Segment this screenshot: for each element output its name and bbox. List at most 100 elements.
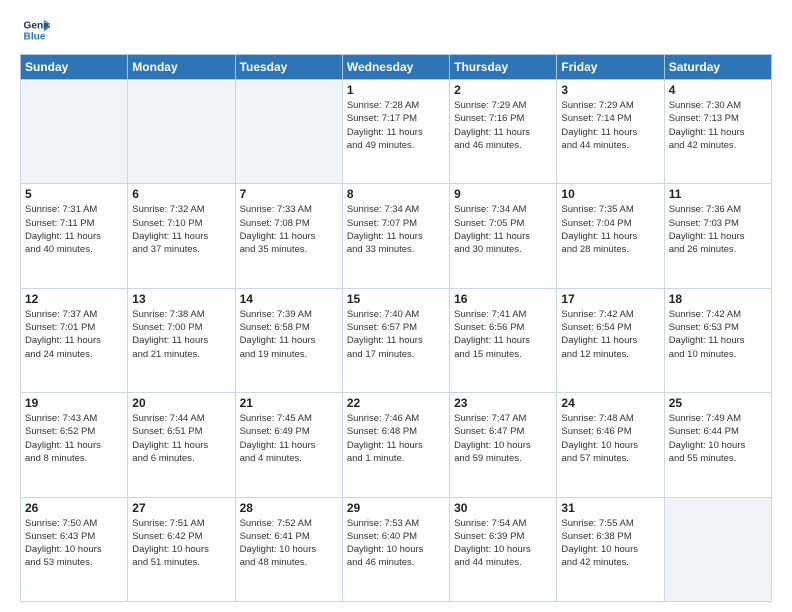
day-info: Sunrise: 7:34 AM Sunset: 7:07 PM Dayligh… <box>347 203 445 256</box>
day-info: Sunrise: 7:29 AM Sunset: 7:16 PM Dayligh… <box>454 99 552 152</box>
calendar-cell: 11 Sunrise: 7:36 AM Sunset: 7:03 PM Dayli… <box>664 184 771 288</box>
calendar-cell: 5 Sunrise: 7:31 AM Sunset: 7:11 PM Daylig… <box>21 184 128 288</box>
calendar-cell: 25 Sunrise: 7:49 AM Sunset: 6:44 PM Dayli… <box>664 393 771 497</box>
day-info: Sunrise: 7:37 AM Sunset: 7:01 PM Dayligh… <box>25 308 123 361</box>
day-number: 1 <box>347 83 445 97</box>
day-number: 10 <box>561 187 659 201</box>
day-info: Sunrise: 7:55 AM Sunset: 6:38 PM Dayligh… <box>561 517 659 570</box>
calendar-cell: 4 Sunrise: 7:30 AM Sunset: 7:13 PM Daylig… <box>664 80 771 184</box>
day-number: 6 <box>132 187 230 201</box>
day-info: Sunrise: 7:35 AM Sunset: 7:04 PM Dayligh… <box>561 203 659 256</box>
calendar-cell: 18Sunrise: 7:42 AM Sunset: 6:53 PM Dayli… <box>664 288 771 392</box>
day-number: 30 <box>454 501 552 515</box>
day-number: 4 <box>669 83 767 97</box>
calendar-cell: 21 Sunrise: 7:45 AM Sunset: 6:49 PM Dayli… <box>235 393 342 497</box>
weekday-header-monday: Monday <box>128 55 235 80</box>
calendar-cell: 24 Sunrise: 7:48 AM Sunset: 6:46 PM Dayli… <box>557 393 664 497</box>
day-info: Sunrise: 7:53 AM Sunset: 6:40 PM Dayligh… <box>347 517 445 570</box>
day-number: 19 <box>25 396 123 410</box>
day-info: Sunrise: 7:29 AM Sunset: 7:14 PM Dayligh… <box>561 99 659 152</box>
day-info: Sunrise: 7:31 AM Sunset: 7:11 PM Dayligh… <box>25 203 123 256</box>
calendar-cell: 27 Sunrise: 7:51 AM Sunset: 6:42 PM Dayli… <box>128 497 235 601</box>
day-number: 12 <box>25 292 123 306</box>
day-info: Sunrise: 7:44 AM Sunset: 6:51 PM Dayligh… <box>132 412 230 465</box>
day-info: Sunrise: 7:39 AM Sunset: 6:58 PM Dayligh… <box>240 308 338 361</box>
calendar-table: SundayMondayTuesdayWednesdayThursdayFrid… <box>20 54 772 602</box>
day-info: Sunrise: 7:46 AM Sunset: 6:48 PM Dayligh… <box>347 412 445 465</box>
day-number: 24 <box>561 396 659 410</box>
day-number: 14 <box>240 292 338 306</box>
day-number: 17 <box>561 292 659 306</box>
day-info: Sunrise: 7:42 AM Sunset: 6:53 PM Dayligh… <box>669 308 767 361</box>
day-number: 20 <box>132 396 230 410</box>
day-info: Sunrise: 7:43 AM Sunset: 6:52 PM Dayligh… <box>25 412 123 465</box>
day-info: Sunrise: 7:47 AM Sunset: 6:47 PM Dayligh… <box>454 412 552 465</box>
calendar-cell <box>21 80 128 184</box>
day-info: Sunrise: 7:51 AM Sunset: 6:42 PM Dayligh… <box>132 517 230 570</box>
logo: General Blue <box>20 16 50 44</box>
day-number: 21 <box>240 396 338 410</box>
weekday-header-friday: Friday <box>557 55 664 80</box>
day-number: 27 <box>132 501 230 515</box>
day-info: Sunrise: 7:33 AM Sunset: 7:08 PM Dayligh… <box>240 203 338 256</box>
calendar-cell: 28Sunrise: 7:52 AM Sunset: 6:41 PM Dayli… <box>235 497 342 601</box>
calendar-cell: 30 Sunrise: 7:54 AM Sunset: 6:39 PM Dayli… <box>450 497 557 601</box>
day-number: 13 <box>132 292 230 306</box>
calendar-cell: 7 Sunrise: 7:33 AM Sunset: 7:08 PM Daylig… <box>235 184 342 288</box>
day-info: Sunrise: 7:40 AM Sunset: 6:57 PM Dayligh… <box>347 308 445 361</box>
day-number: 2 <box>454 83 552 97</box>
calendar-cell: 16Sunrise: 7:41 AM Sunset: 6:56 PM Dayli… <box>450 288 557 392</box>
calendar-cell: 20 Sunrise: 7:44 AM Sunset: 6:51 PM Dayli… <box>128 393 235 497</box>
page: General Blue SundayMondayTuesdayWednesda… <box>0 0 792 612</box>
day-info: Sunrise: 7:48 AM Sunset: 6:46 PM Dayligh… <box>561 412 659 465</box>
day-info: Sunrise: 7:45 AM Sunset: 6:49 PM Dayligh… <box>240 412 338 465</box>
day-number: 11 <box>669 187 767 201</box>
day-info: Sunrise: 7:54 AM Sunset: 6:39 PM Dayligh… <box>454 517 552 570</box>
day-info: Sunrise: 7:42 AM Sunset: 6:54 PM Dayligh… <box>561 308 659 361</box>
calendar-cell: 8 Sunrise: 7:34 AM Sunset: 7:07 PM Daylig… <box>342 184 449 288</box>
day-info: Sunrise: 7:30 AM Sunset: 7:13 PM Dayligh… <box>669 99 767 152</box>
weekday-header-wednesday: Wednesday <box>342 55 449 80</box>
header: General Blue <box>20 16 772 44</box>
day-info: Sunrise: 7:41 AM Sunset: 6:56 PM Dayligh… <box>454 308 552 361</box>
calendar-cell: 29 Sunrise: 7:53 AM Sunset: 6:40 PM Dayli… <box>342 497 449 601</box>
calendar-cell: 19 Sunrise: 7:43 AM Sunset: 6:52 PM Dayli… <box>21 393 128 497</box>
day-number: 29 <box>347 501 445 515</box>
logo-icon: General Blue <box>22 16 50 44</box>
calendar-cell: 1 Sunrise: 7:28 AM Sunset: 7:17 PM Daylig… <box>342 80 449 184</box>
calendar-cell <box>128 80 235 184</box>
calendar-cell: 13 Sunrise: 7:38 AM Sunset: 7:00 PM Dayli… <box>128 288 235 392</box>
day-number: 15 <box>347 292 445 306</box>
day-info: Sunrise: 7:36 AM Sunset: 7:03 PM Dayligh… <box>669 203 767 256</box>
day-info: Sunrise: 7:52 AM Sunset: 6:41 PM Dayligh… <box>240 517 338 570</box>
day-info: Sunrise: 7:34 AM Sunset: 7:05 PM Dayligh… <box>454 203 552 256</box>
day-number: 3 <box>561 83 659 97</box>
weekday-header-sunday: Sunday <box>21 55 128 80</box>
day-info: Sunrise: 7:38 AM Sunset: 7:00 PM Dayligh… <box>132 308 230 361</box>
day-number: 9 <box>454 187 552 201</box>
weekday-header-saturday: Saturday <box>664 55 771 80</box>
day-info: Sunrise: 7:49 AM Sunset: 6:44 PM Dayligh… <box>669 412 767 465</box>
svg-text:Blue: Blue <box>24 31 46 42</box>
calendar-cell: 10 Sunrise: 7:35 AM Sunset: 7:04 PM Dayli… <box>557 184 664 288</box>
day-number: 7 <box>240 187 338 201</box>
day-number: 8 <box>347 187 445 201</box>
calendar-cell: 9 Sunrise: 7:34 AM Sunset: 7:05 PM Daylig… <box>450 184 557 288</box>
calendar-cell: 12 Sunrise: 7:37 AM Sunset: 7:01 PM Dayli… <box>21 288 128 392</box>
calendar-cell: 22Sunrise: 7:46 AM Sunset: 6:48 PM Dayli… <box>342 393 449 497</box>
calendar-cell: 23 Sunrise: 7:47 AM Sunset: 6:47 PM Dayli… <box>450 393 557 497</box>
weekday-header-tuesday: Tuesday <box>235 55 342 80</box>
day-number: 5 <box>25 187 123 201</box>
day-info: Sunrise: 7:28 AM Sunset: 7:17 PM Dayligh… <box>347 99 445 152</box>
day-number: 23 <box>454 396 552 410</box>
day-info: Sunrise: 7:32 AM Sunset: 7:10 PM Dayligh… <box>132 203 230 256</box>
day-number: 25 <box>669 396 767 410</box>
calendar-cell: 14 Sunrise: 7:39 AM Sunset: 6:58 PM Dayli… <box>235 288 342 392</box>
calendar-cell <box>235 80 342 184</box>
calendar-cell: 26Sunrise: 7:50 AM Sunset: 6:43 PM Dayli… <box>21 497 128 601</box>
calendar-cell: 2 Sunrise: 7:29 AM Sunset: 7:16 PM Daylig… <box>450 80 557 184</box>
calendar-cell: 15 Sunrise: 7:40 AM Sunset: 6:57 PM Dayli… <box>342 288 449 392</box>
weekday-header-thursday: Thursday <box>450 55 557 80</box>
calendar-cell: 3 Sunrise: 7:29 AM Sunset: 7:14 PM Daylig… <box>557 80 664 184</box>
calendar-cell: 6 Sunrise: 7:32 AM Sunset: 7:10 PM Daylig… <box>128 184 235 288</box>
